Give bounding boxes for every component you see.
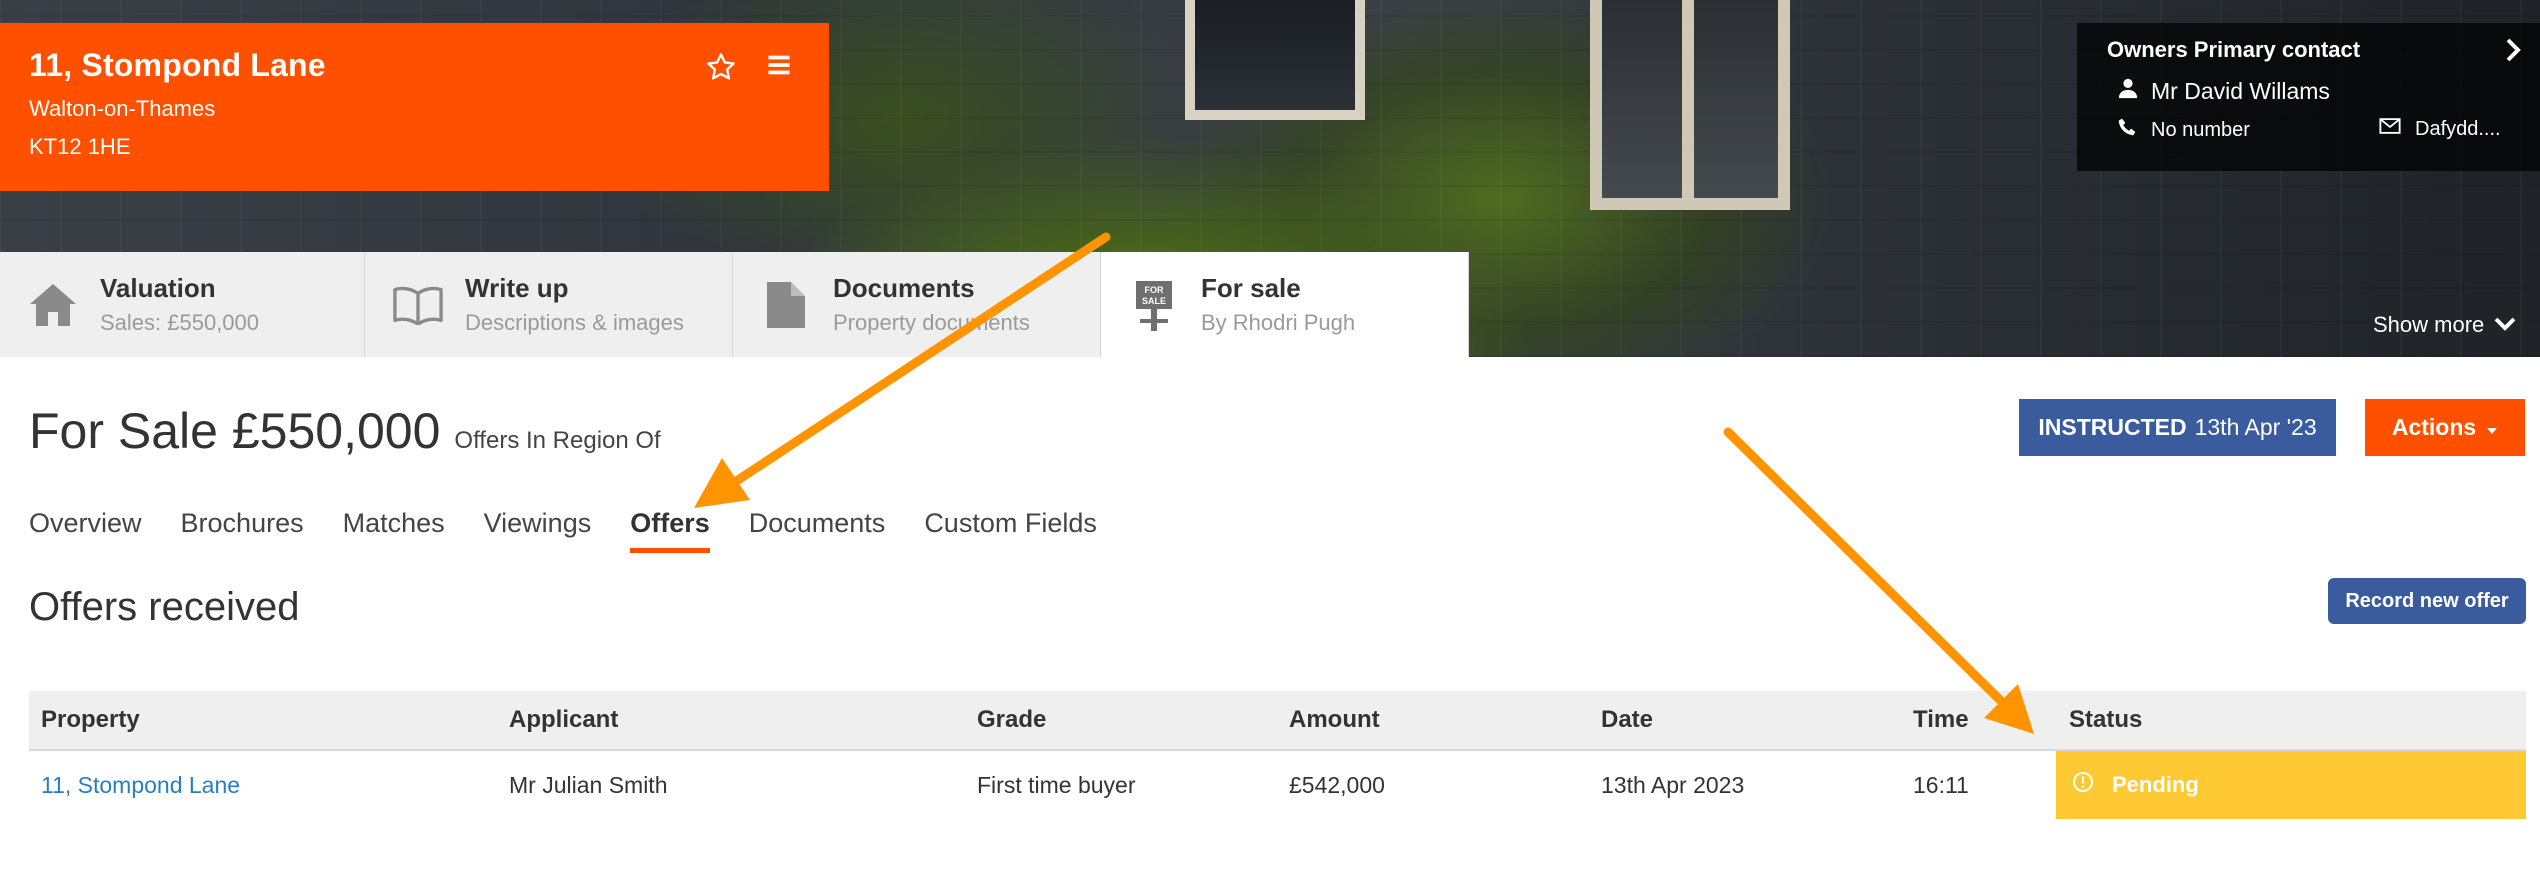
offer-time: 16:11 xyxy=(1913,771,1969,798)
chevron-down-icon xyxy=(2494,312,2516,338)
stage-tab-write-up[interactable]: Write up Descriptions & images xyxy=(365,252,733,357)
stage-subtitle: Property documents xyxy=(833,310,1030,335)
table-header: Property Applicant Grade Amount Date Tim… xyxy=(29,691,2526,751)
stage-subtitle: Sales: £550,000 xyxy=(100,310,260,335)
offer-date: 13th Apr 2023 xyxy=(1601,771,1745,798)
offer-status-label: Pending xyxy=(2112,772,2199,797)
offer-grade: First time buyer xyxy=(977,771,1136,798)
hero-window xyxy=(1590,0,1790,210)
stage-subtitle: By Rhodri Pugh xyxy=(1201,310,1356,335)
show-more-label: Show more xyxy=(2373,312,2485,337)
tab-overview[interactable]: Overview xyxy=(29,508,142,549)
annotation-arrow xyxy=(1723,427,2034,734)
column-header-property[interactable]: Property xyxy=(41,691,140,749)
stage-title: For sale xyxy=(1201,273,1301,303)
column-header-time[interactable]: Time xyxy=(1913,691,1969,749)
stage-subtitle: Descriptions & images xyxy=(465,310,684,335)
alert-circle-icon xyxy=(2072,771,2094,799)
person-icon xyxy=(2117,77,2139,105)
tab-custom-fields[interactable]: Custom Fields xyxy=(924,508,1097,549)
hero-window xyxy=(1185,0,1365,120)
tab-brochures[interactable]: Brochures xyxy=(181,508,304,549)
owner-contact-title: Owners Primary contact xyxy=(2107,37,2361,62)
owner-email[interactable]: Dafydd.... xyxy=(2415,118,2501,141)
envelope-icon xyxy=(2379,117,2401,141)
offer-status-badge[interactable]: Pending xyxy=(2056,751,2526,819)
show-more-link[interactable]: Show more xyxy=(2373,312,2516,338)
record-new-offer-button[interactable]: Record new offer xyxy=(2328,578,2526,624)
property-subtabs: Overview Brochures Matches Viewings Offe… xyxy=(29,508,1097,553)
column-header-amount[interactable]: Amount xyxy=(1289,691,1380,749)
owner-name: Mr David Willams xyxy=(2151,77,2330,104)
offers-section-title: Offers received xyxy=(29,585,300,629)
column-header-grade[interactable]: Grade xyxy=(977,691,1046,749)
open-book-icon xyxy=(393,280,443,330)
column-header-status[interactable]: Status xyxy=(2069,691,2142,749)
offers-table: Property Applicant Grade Amount Date Tim… xyxy=(29,691,2526,819)
star-icon[interactable] xyxy=(705,51,737,89)
caret-down-icon xyxy=(2486,414,2498,441)
owner-contact-card[interactable]: Owners Primary contact Mr David Willams … xyxy=(2077,23,2540,171)
column-header-date[interactable]: Date xyxy=(1601,691,1653,749)
phone-icon xyxy=(2117,117,2137,143)
owner-phone: No number xyxy=(2151,118,2250,141)
stage-title: Write up xyxy=(465,273,569,303)
actions-label: Actions xyxy=(2391,414,2477,440)
stage-title: Valuation xyxy=(100,273,216,303)
actions-dropdown-button[interactable]: Actions xyxy=(2365,399,2525,456)
stage-tab-valuation[interactable]: Valuation Sales: £550,000 xyxy=(0,252,365,357)
property-town: Walton-on-Thames xyxy=(29,96,216,121)
table-row[interactable]: 11, Stompond Lane Mr Julian Smith First … xyxy=(29,751,2526,819)
property-address-title: 11, Stompond Lane xyxy=(29,47,326,83)
property-address-card: 11, Stompond Lane Walton-on-Thames KT12 … xyxy=(0,23,829,191)
menu-icon[interactable] xyxy=(765,51,793,89)
offer-amount: £542,000 xyxy=(1289,771,1385,798)
sale-price: For Sale £550,000 xyxy=(29,403,441,459)
document-icon xyxy=(761,280,811,330)
svg-text:SALE: SALE xyxy=(1142,296,1166,306)
offer-applicant: Mr Julian Smith xyxy=(509,771,668,798)
stage-tab-for-sale[interactable]: FOR SALE For sale By Rhodri Pugh xyxy=(1101,252,1469,357)
tab-offers[interactable]: Offers xyxy=(630,508,710,553)
stage-tab-documents[interactable]: Documents Property documents xyxy=(733,252,1101,357)
sale-heading: For Sale £550,000 Offers In Region Of xyxy=(29,402,661,460)
offer-property-link[interactable]: 11, Stompond Lane xyxy=(41,751,240,819)
stage-title: Documents xyxy=(833,273,975,303)
for-sale-sign-icon: FOR SALE xyxy=(1129,280,1179,331)
svg-text:FOR: FOR xyxy=(1145,285,1164,295)
tab-documents[interactable]: Documents xyxy=(749,508,886,549)
instructed-status-badge: INSTRUCTED 13th Apr '23 xyxy=(2019,399,2336,456)
tab-viewings[interactable]: Viewings xyxy=(484,508,592,549)
column-header-applicant[interactable]: Applicant xyxy=(509,691,618,749)
instructed-label: INSTRUCTED xyxy=(2038,414,2187,440)
chevron-right-icon[interactable] xyxy=(2504,37,2524,69)
instructed-date: 13th Apr '23 xyxy=(2194,414,2317,440)
tab-matches[interactable]: Matches xyxy=(343,508,445,549)
property-postcode: KT12 1HE xyxy=(29,134,131,159)
price-qualifier: Offers In Region Of xyxy=(454,427,661,454)
house-icon xyxy=(28,280,78,330)
